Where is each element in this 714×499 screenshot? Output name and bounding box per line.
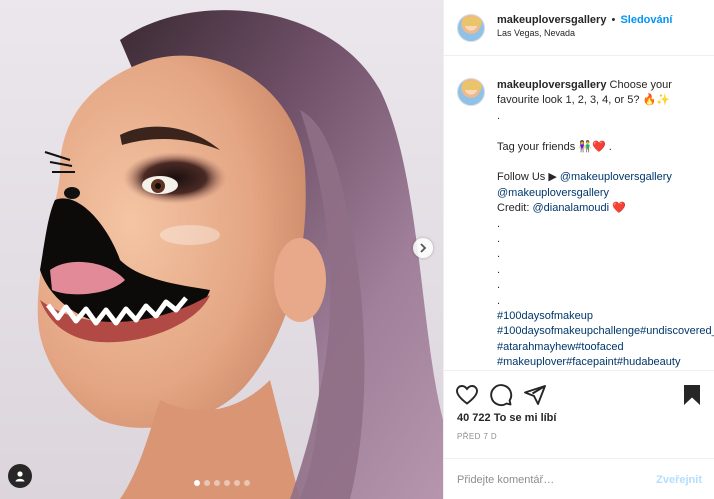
- like-button[interactable]: [455, 383, 479, 407]
- post-comment-button[interactable]: Zveřejnit: [656, 474, 702, 486]
- comment-input[interactable]: [457, 474, 649, 486]
- carousel-dot: [213, 480, 220, 486]
- share-button[interactable]: [523, 383, 547, 407]
- comment-icon: [490, 384, 513, 407]
- carousel-dot: [193, 480, 200, 486]
- mention-link[interactable]: @makeuploversgallery: [560, 171, 672, 183]
- caption-line: .: [497, 233, 501, 246]
- carousel-indicators: [0, 480, 443, 486]
- likes-count[interactable]: 40 722 To se mi líbí: [457, 412, 556, 424]
- comment-button[interactable]: [489, 383, 513, 407]
- carousel-dot: [243, 480, 250, 486]
- save-button[interactable]: [680, 383, 704, 407]
- post-side-panel: makeuploversgallery • Sledování Las Vega…: [443, 0, 714, 499]
- caption-credit-line: Credit: @dianalamoudi ❤️: [497, 201, 697, 216]
- caption-line: .: [497, 279, 501, 292]
- caption-line: Credit:: [497, 202, 533, 215]
- caption-line: .: [497, 263, 501, 276]
- mention-link[interactable]: @dianalamoudi: [532, 202, 609, 214]
- header-username[interactable]: makeuploversgallery: [497, 14, 606, 26]
- post-photo[interactable]: [0, 0, 443, 499]
- caption-line: .: [497, 109, 501, 122]
- caption-avatar[interactable]: [457, 78, 485, 106]
- caption-username[interactable]: makeuploversgallery: [497, 79, 606, 91]
- caption-follow-line: Follow Us ▶ @makeuploversgallery: [497, 170, 697, 185]
- caption-body: makeuploversgallery Choose your favourit…: [497, 78, 714, 370]
- location-link[interactable]: Las Vegas, Nevada: [497, 28, 672, 38]
- caption: makeuploversgallery Choose your favourit…: [444, 56, 714, 370]
- caption-line: [497, 155, 697, 170]
- caption-line: .: [497, 217, 501, 230]
- carousel-next-button[interactable]: [413, 238, 433, 258]
- hashtag-link[interactable]: #makeuplover#facepaint#hudabeauty: [497, 355, 697, 370]
- mention-link[interactable]: @makeuploversgallery: [497, 186, 697, 201]
- caption-line: [497, 124, 697, 139]
- avatar[interactable]: [457, 14, 485, 42]
- bookmark-icon: [684, 385, 700, 405]
- chevron-right-icon: [420, 243, 427, 253]
- carousel-dot: [223, 480, 230, 486]
- header-separator: •: [611, 14, 616, 26]
- carousel-dot: [203, 480, 210, 486]
- caption-credit-suffix: ❤️: [609, 202, 626, 215]
- post-actions: 40 722 To se mi líbí PŘED 7 D Zveřejnit: [444, 370, 714, 499]
- makeup-photo-illustration: [37, 10, 443, 499]
- post-header: makeuploversgallery • Sledování Las Vega…: [444, 0, 714, 56]
- post-date[interactable]: PŘED 7 D: [457, 432, 497, 441]
- heart-icon: [456, 385, 478, 405]
- hashtag-link[interactable]: #100daysofmakeup: [497, 309, 697, 324]
- caption-line: Tag your friends 👫❤️ .: [497, 140, 612, 153]
- caption-line: Follow Us ▶: [497, 171, 560, 184]
- caption-line: .: [497, 294, 501, 307]
- hashtag-link[interactable]: #atarahmayhew#toofaced: [497, 340, 697, 355]
- comment-form: Zveřejnit: [444, 458, 714, 499]
- carousel-dot: [233, 480, 240, 486]
- share-icon: [524, 385, 546, 405]
- hashtag-link[interactable]: #100daysofmakeupchallenge#undiscovered_m…: [497, 324, 714, 339]
- follow-button[interactable]: Sledování: [620, 14, 672, 26]
- caption-line: .: [497, 248, 501, 261]
